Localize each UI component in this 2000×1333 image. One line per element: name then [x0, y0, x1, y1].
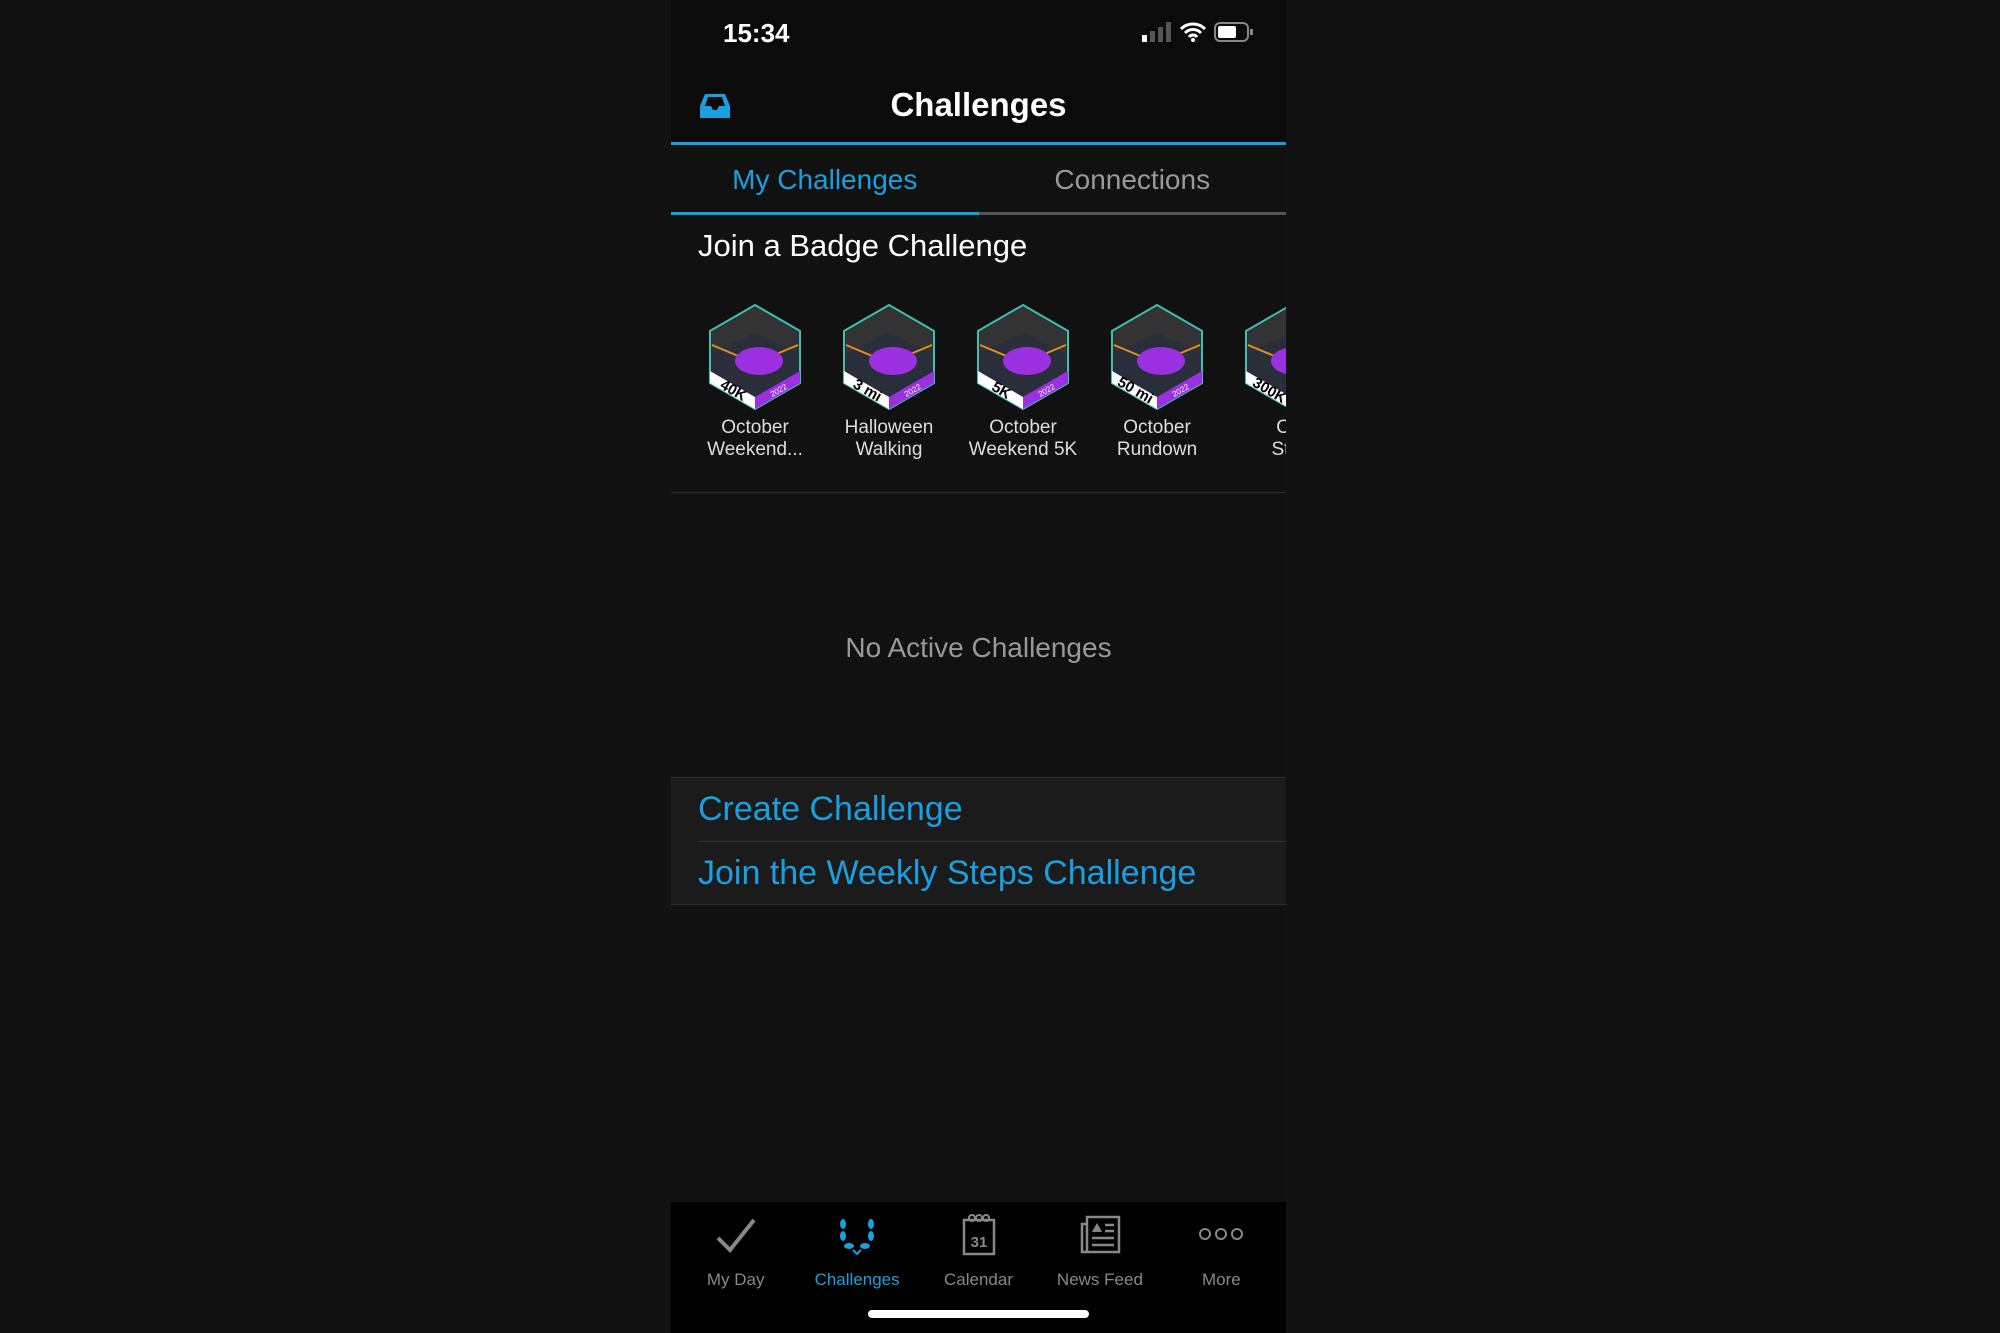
tabbar-label: More: [1201, 1270, 1241, 1289]
tabbar-label: Calendar: [944, 1270, 1014, 1289]
badge-label: OctStep: [1271, 417, 1286, 460]
tab-my-challenges[interactable]: My Challenges: [671, 148, 979, 215]
create-challenge-link[interactable]: Create Challenge: [671, 778, 1286, 841]
more-icon: [1199, 1228, 1244, 1240]
badge-carousel[interactable]: 40K 2022 October Weekend... 3 mi 2022 Hal…: [699, 303, 1286, 461]
wifi-icon: [1180, 22, 1206, 42]
phone-screen: 15:34 Challenges My Challenges Connectio…: [671, 0, 1286, 1333]
tabbar-my-day[interactable]: My Day: [675, 1202, 796, 1333]
page-title: Challenges: [890, 86, 1067, 123]
badge-label: October Weekend 5K: [968, 417, 1078, 460]
badge-item[interactable]: 3 mi 2022 Halloween Walking: [833, 303, 945, 461]
tab-bar-top: My Challenges Connections: [671, 148, 1286, 215]
divider: [671, 492, 1286, 493]
badge-item[interactable]: 300K 2022 OctStep: [1235, 303, 1286, 461]
nav-header: Challenges: [671, 66, 1286, 145]
status-time: 15:34: [723, 18, 790, 48]
tabbar-label: Challenges: [814, 1270, 900, 1289]
status-bar: 15:34: [671, 0, 1286, 66]
tabbar-label: News Feed: [1056, 1270, 1143, 1289]
tab-connections[interactable]: Connections: [979, 148, 1287, 212]
badge-icon: 300K 2022: [1245, 306, 1286, 408]
badge-label: October Rundown: [1116, 417, 1198, 460]
empty-state: No Active Challenges: [845, 632, 1112, 663]
badge-item[interactable]: 40K 2022 October Weekend...: [699, 303, 811, 461]
section-title: Join a Badge Challenge: [698, 228, 1028, 263]
checkmark-icon: [716, 1218, 756, 1253]
badge-icon: 5K 2022: [977, 303, 1069, 411]
badge-icon: 50 mi 2022: [1111, 303, 1203, 411]
badge-icon: 3 mi 2022: [843, 303, 935, 411]
badge-label: October Weekend...: [707, 417, 803, 460]
badge-icon: 40K 2022: [709, 303, 801, 411]
home-indicator[interactable]: [868, 1310, 1089, 1318]
calendar-icon: 31: [962, 1214, 995, 1256]
weekly-steps-link[interactable]: Join the Weekly Steps Challenge: [698, 841, 1286, 904]
action-list: Create Challenge Join the Weekly Steps C…: [671, 777, 1286, 905]
svg-text:31: 31: [970, 1234, 987, 1251]
tabbar-more[interactable]: More: [1161, 1202, 1282, 1333]
badge-label: Halloween Walking: [844, 417, 934, 460]
laurel-icon: [840, 1219, 875, 1256]
tabbar-label: My Day: [706, 1270, 765, 1289]
badge-item[interactable]: 5K 2022 October Weekend 5K: [967, 303, 1079, 461]
newspaper-icon: [1080, 1215, 1121, 1254]
badge-item[interactable]: 50 mi 2022 October Rundown: [1101, 303, 1213, 461]
signal-icon: [1142, 22, 1171, 42]
battery-icon: [1214, 22, 1253, 42]
